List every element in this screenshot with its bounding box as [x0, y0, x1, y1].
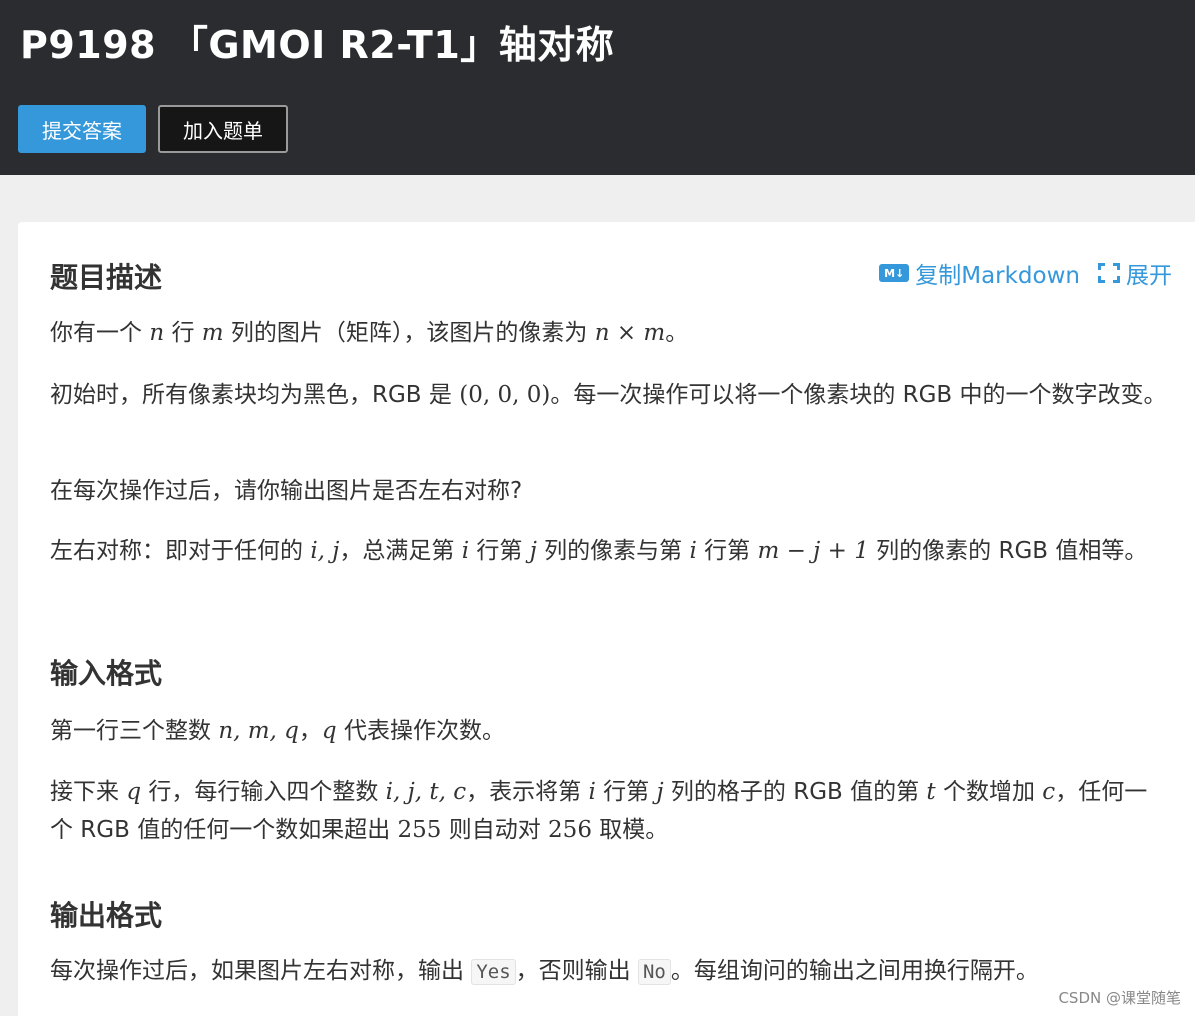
expand-icon — [1098, 263, 1120, 283]
toolbar: M↓ 复制Markdown 展开 — [879, 256, 1172, 290]
description-paragraph-4: 左右对称：即对于任何的 i, j，总满足第 i 行第 j 列的像素与第 i 行第… — [50, 538, 1148, 564]
watermark: CSDN @课堂随笔 — [1058, 989, 1181, 1007]
description-paragraph-1: 你有一个 n 行 m 列的图片（矩阵），该图片的像素为 n × m。 — [50, 320, 689, 346]
description-title: 题目描述 — [50, 261, 163, 294]
input-paragraph-1: 第一行三个整数 n, m, q，q 代表操作次数。 — [50, 718, 505, 744]
input-paragraph-2: 接下来 q 行，每行输入四个整数 i, j, t, c，表示将第 i 行第 j … — [50, 779, 1148, 843]
no-code: No — [637, 959, 671, 985]
copy-markdown-button[interactable]: M↓ 复制Markdown — [879, 256, 1080, 290]
page-title: P9198 「GMOI R2-T1」轴对称 — [20, 23, 615, 67]
expand-button[interactable]: 展开 — [1098, 256, 1172, 290]
description-paragraph-2: 初始时，所有像素块均为黑色，RGB 是 (0, 0, 0)。每一次操作可以将一个… — [50, 382, 1167, 408]
output-format-title: 输出格式 — [50, 899, 163, 932]
problem-header: P9198 「GMOI R2-T1」轴对称 提交答案 加入题单 — [0, 0, 1195, 175]
add-to-list-button[interactable]: 加入题单 — [158, 105, 288, 153]
output-paragraph-1: 每次操作过后，如果图片左右对称，输出 Yes ，否则输出 No 。每组询问的输出之间… — [50, 958, 1039, 985]
problem-card: M↓ 复制Markdown 展开 题目描述 你有一个 n 行 m 列的图片（矩阵… — [18, 222, 1195, 1016]
yes-code: Yes — [471, 959, 516, 985]
copy-markdown-label: 复制Markdown — [915, 263, 1080, 289]
submit-answer-button[interactable]: 提交答案 — [18, 105, 146, 153]
input-format-title: 输入格式 — [50, 657, 163, 690]
description-paragraph-3: 在每次操作过后，请你输出图片是否左右对称? — [50, 478, 523, 504]
expand-label: 展开 — [1126, 263, 1172, 289]
markdown-icon: M↓ — [879, 264, 910, 282]
